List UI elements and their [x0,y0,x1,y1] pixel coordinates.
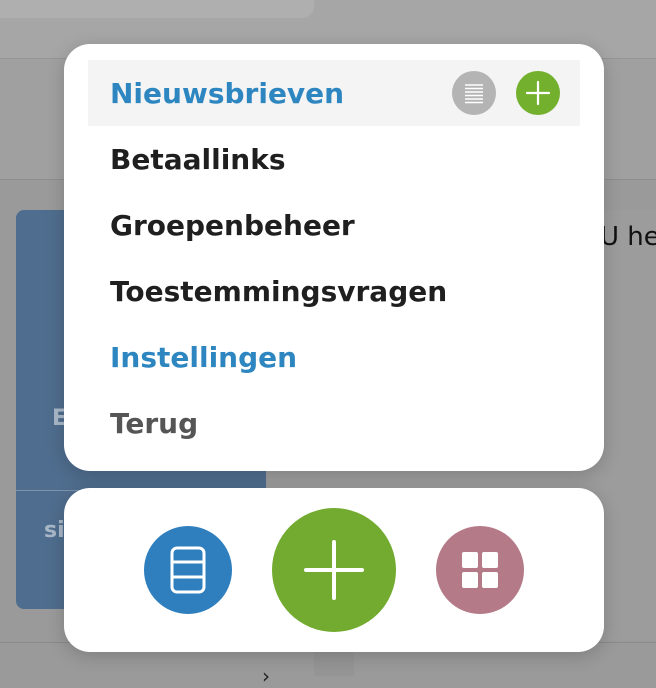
menu-item-nieuwsbrieven[interactable]: Nieuwsbrieven [88,60,580,126]
menu-item-label: Instellingen [110,340,298,374]
add-button[interactable] [272,508,396,632]
background-card-text: si [44,518,65,543]
menu-item-label: Betaallinks [110,142,286,176]
menu-item-terug[interactable]: Terug [88,390,580,456]
grid-icon [462,552,498,588]
menu-item-label: Groepenbeheer [110,208,355,242]
menu-item-label: Terug [110,406,199,440]
background-text: U he [600,222,656,252]
menu-item-toestemmingsvragen[interactable]: Toestemmingsvragen [88,258,580,324]
menu-item-betaallinks[interactable]: Betaallinks [88,126,580,192]
grid-button[interactable] [436,526,524,614]
action-bar [64,488,604,652]
list-icon[interactable] [452,71,496,115]
chevron-right-icon: › [262,664,270,688]
document-list-icon [170,546,206,594]
menu-item-groepenbeheer[interactable]: Groepenbeheer [88,192,580,258]
plus-icon [304,540,364,600]
background-tab [0,0,314,18]
menu-item-label: Nieuwsbrieven [110,76,345,110]
popup-menu: Nieuwsbrieven Betaallinks Groepenbeheer … [64,44,604,471]
menu-item-instellingen[interactable]: Instellingen [88,324,580,390]
document-list-button[interactable] [144,526,232,614]
plus-icon[interactable] [516,71,560,115]
menu-item-label: Toestemmingsvragen [110,274,448,308]
